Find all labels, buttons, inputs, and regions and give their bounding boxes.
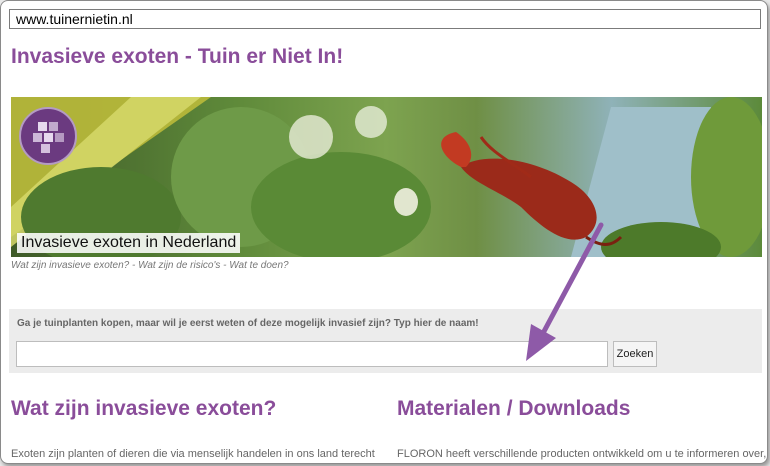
section-heading-materials-downloads: Materialen / Downloads [397,397,631,420]
section-heading-invasive-exotics: Wat zijn invasieve exoten? [11,397,277,420]
banner-caption: Invasieve exoten in Nederland [17,233,241,253]
floron-logo[interactable] [19,107,77,165]
header-banner: Invasieve exoten in Nederland [11,97,762,257]
search-button[interactable]: Zoeken [613,341,657,367]
banner-tagline: Wat zijn invasieve exoten? - Wat zijn de… [11,260,289,271]
address-bar[interactable]: www.tuinernietin.nl [9,9,761,29]
section-text-materials-downloads: FLORON heeft verschillende producten ont… [397,448,768,460]
section-text-invasive-exotics: Exoten zijn planten of dieren die via me… [11,448,375,460]
site-title: Invasieve exoten - Tuin er Niet In! [11,45,344,68]
browser-window: www.tuinernietin.nl Invasieve exoten - T… [0,0,768,464]
plant-search-input[interactable] [16,341,608,367]
search-prompt: Ga je tuinplanten kopen, maar wil je eer… [17,318,479,329]
logo-mark-icon [33,122,64,153]
plant-search-panel: Ga je tuinplanten kopen, maar wil je eer… [9,309,762,373]
